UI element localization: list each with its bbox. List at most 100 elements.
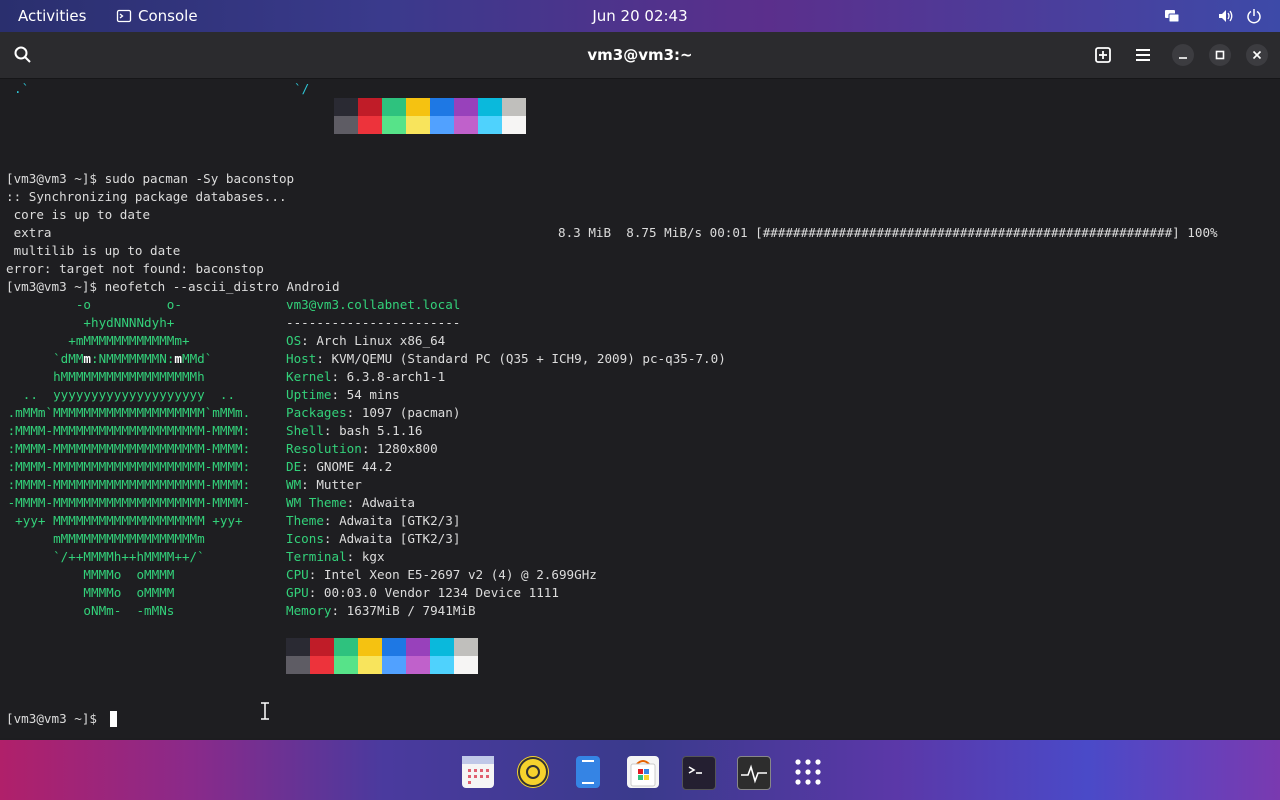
palette-swatch <box>382 656 406 674</box>
palette-swatch <box>310 656 334 674</box>
info-key: DE <box>286 459 302 474</box>
palette-swatch <box>454 656 478 674</box>
dock <box>0 740 1280 800</box>
ascii-line: mMMMMMMMMMMMMMMMMMMm <box>0 531 205 546</box>
command-line: [vm3@vm3 ~]$ neofetch --ascii_distro And… <box>6 279 340 294</box>
minimize-button[interactable] <box>1172 44 1194 66</box>
info-line: Terminal: kgx <box>286 548 385 566</box>
color-palette-previous <box>334 98 526 134</box>
minimize-icon <box>1179 57 1187 59</box>
history-line: :: Synchronizing package databases... <box>6 189 287 204</box>
palette-swatch <box>478 98 502 116</box>
palette-swatch <box>286 638 310 656</box>
close-button[interactable] <box>1246 44 1268 66</box>
hamburger-menu-icon <box>1136 49 1150 61</box>
palette-swatch <box>502 98 526 116</box>
info-line: WM Theme: Adwaita <box>286 494 415 512</box>
ascii-line: `dMMm:NMMMMMMMN:mMMd` <box>0 351 213 366</box>
info-key: Shell <box>286 423 324 438</box>
palette-swatch <box>406 656 430 674</box>
info-value: : Adwaita <box>346 495 415 510</box>
ascii-line: :MMMM-MMMMMMMMMMMMMMMMMMMM-MMMM: <box>0 441 251 456</box>
palette-swatch <box>382 116 406 134</box>
palette-swatch <box>454 638 478 656</box>
info-value: : 6.3.8-arch1-1 <box>331 369 446 384</box>
network-wired-icon[interactable] <box>1164 8 1180 24</box>
palette-swatch <box>430 116 454 134</box>
info-value: : Intel Xeon E5-2697 v2 (4) @ 2.699GHz <box>308 567 597 582</box>
info-key: Memory <box>286 603 332 618</box>
info-key: WM <box>286 477 302 492</box>
palette-swatch <box>454 98 478 116</box>
ascii-line: :MMMM-MMMMMMMMMMMMMMMMMMMM-MMMM: <box>0 423 251 438</box>
ascii-line: MMMMo oMMMM <box>0 567 175 582</box>
info-key: Kernel <box>286 369 332 384</box>
info-key: Uptime <box>286 387 332 402</box>
info-line: Host: KVM/QEMU (Standard PC (Q35 + ICH9,… <box>286 350 726 368</box>
info-line: Packages: 1097 (pacman) <box>286 404 460 422</box>
ascii-line: :MMMM-MMMMMMMMMMMMMMMMMMMM-MMMM: <box>0 459 251 474</box>
palette-swatch <box>502 116 526 134</box>
info-key: OS <box>286 333 302 348</box>
palette-swatch <box>430 638 454 656</box>
ascii-line: -MMMM-MMMMMMMMMMMMMMMMMMMM-MMMM- <box>0 495 251 510</box>
ascii-line: +mMMMMMMMMMMMMm+ <box>0 333 190 348</box>
text-cursor <box>110 711 117 727</box>
info-key: Terminal <box>286 549 347 564</box>
userhost: vm3@vm3.collabnet.local <box>286 297 461 312</box>
info-value: : Adwaita [GTK2/3] <box>323 513 461 528</box>
palette-swatch <box>358 98 382 116</box>
console-window: vm3@vm3:~ .` `/ [vm3@vm3 ~]$ sudo pacman… <box>0 32 1280 738</box>
volume-icon[interactable] <box>1218 8 1234 24</box>
terminal-icon[interactable] <box>682 756 716 790</box>
rhythmbox-icon[interactable] <box>517 756 549 788</box>
software-icon[interactable] <box>627 756 659 788</box>
power-icon[interactable] <box>1246 8 1262 24</box>
info-key: Packages <box>286 405 347 420</box>
palette-swatch <box>406 116 430 134</box>
history-line: extra <box>6 225 52 240</box>
info-key: Theme <box>286 513 324 528</box>
info-line: GPU: 00:03.0 Vendor 1234 Device 1111 <box>286 584 559 602</box>
terminal-view[interactable]: .` `/ [vm3@vm3 ~]$ sudo pacman -Sy bacon… <box>0 78 1280 738</box>
ascii-fragment-left: .` <box>14 81 30 96</box>
ascii-line: -o o- <box>0 297 182 312</box>
app-menu-button[interactable]: Console <box>116 0 206 32</box>
palette-swatch <box>382 638 406 656</box>
info-line: Shell: bash 5.1.16 <box>286 422 423 440</box>
system-monitor-icon[interactable] <box>737 756 771 790</box>
palette-swatch <box>286 656 310 674</box>
info-line: WM: Mutter <box>286 476 362 494</box>
new-tab-button[interactable] <box>1088 40 1118 70</box>
ascii-line: `/++MMMMh++hMMMM++/` <box>0 549 205 564</box>
maximize-button[interactable] <box>1209 44 1231 66</box>
info-value: : GNOME 44.2 <box>301 459 393 474</box>
history-line: [vm3@vm3 ~]$ sudo pacman -Sy baconstop <box>6 171 295 186</box>
maximize-icon <box>1215 50 1225 60</box>
info-line: Resolution: 1280x800 <box>286 440 438 458</box>
palette-swatch <box>430 656 454 674</box>
ascii-line: +hydNNNNdyh+ <box>0 315 175 330</box>
info-key: CPU <box>286 567 309 582</box>
text-editor-icon[interactable] <box>576 756 600 788</box>
ascii-line: hMMMMMMMMMMMMMMMMMMh <box>0 369 205 384</box>
error-line: error: target not found: baconstop <box>6 261 264 276</box>
info-key: Host <box>286 351 317 366</box>
download-progress: 8.3 MiB 8.75 MiB/s 00:01 [##############… <box>558 225 1218 240</box>
activities-button[interactable]: Activities <box>18 0 86 32</box>
info-key: GPU <box>286 585 309 600</box>
main-menu-button[interactable] <box>1128 40 1158 70</box>
info-value: : kgx <box>346 549 385 564</box>
info-key: Icons <box>286 531 324 546</box>
palette-swatch <box>358 656 382 674</box>
palette-swatch <box>310 638 334 656</box>
history-line: multilib is up to date <box>6 243 181 258</box>
palette-swatch <box>334 638 358 656</box>
calendar-icon[interactable] <box>462 756 494 788</box>
palette-swatch <box>406 98 430 116</box>
clock[interactable]: Jun 20 02:43 <box>592 7 687 25</box>
app-grid-icon[interactable] <box>792 756 824 788</box>
history-line: core is up to date <box>6 207 151 222</box>
info-line: DE: GNOME 44.2 <box>286 458 392 476</box>
info-line: OS: Arch Linux x86_64 <box>286 332 445 350</box>
